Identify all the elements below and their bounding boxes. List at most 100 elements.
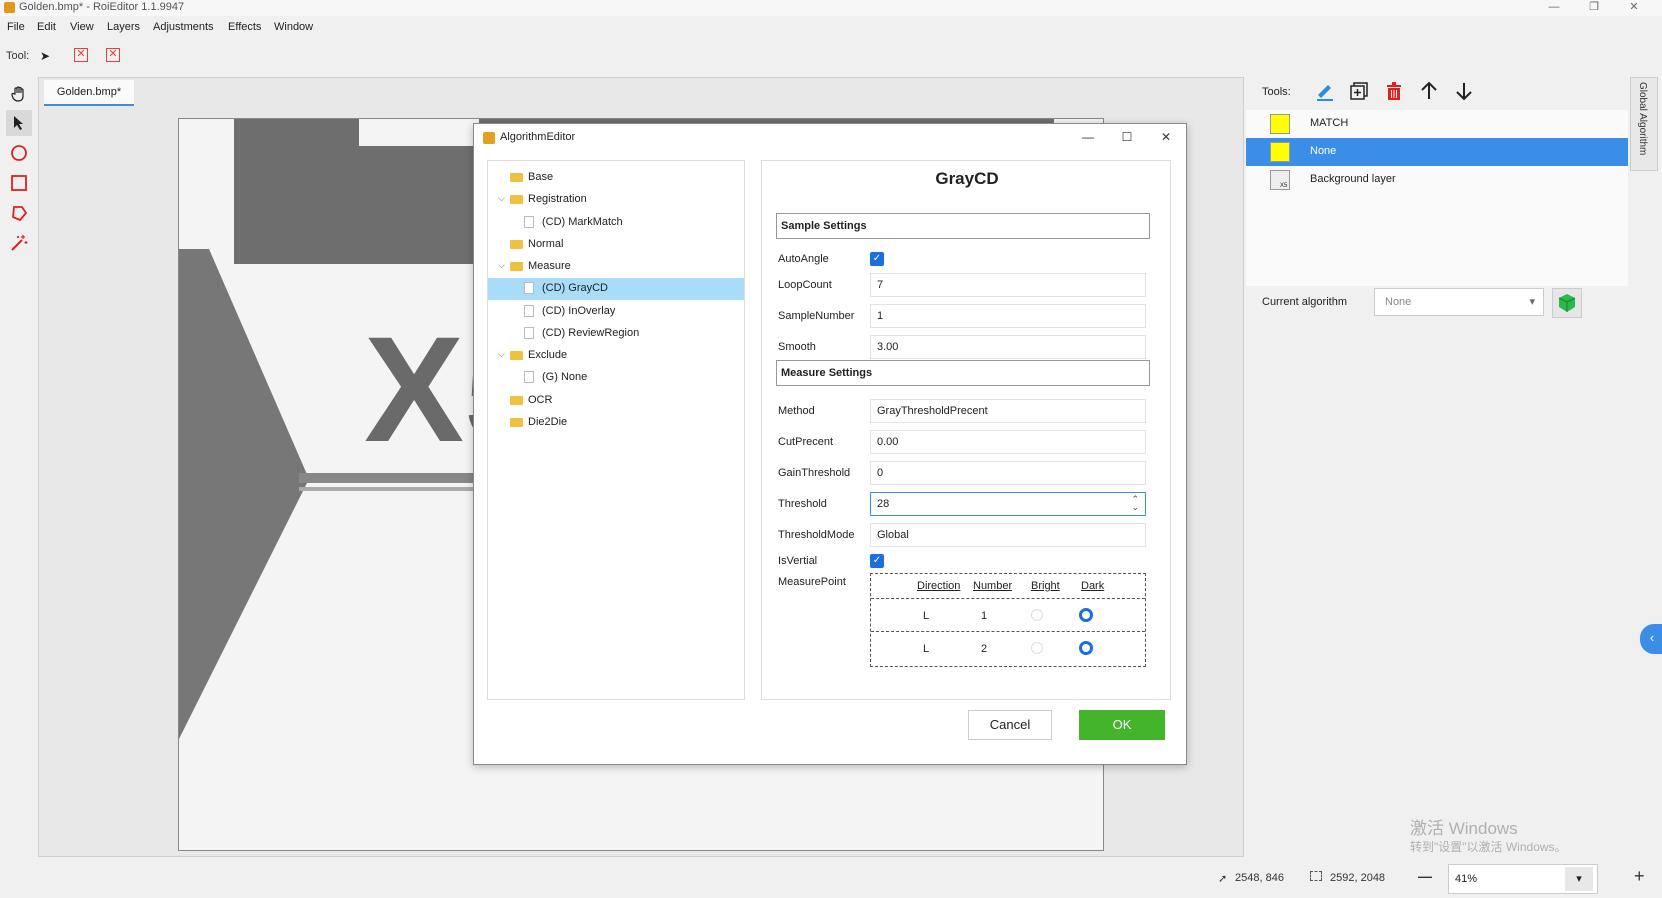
delete-roi-icon[interactable]: ✕ (74, 48, 88, 62)
layer-list: MATCH None X5 Background layer (1246, 110, 1628, 286)
menu-adjustments[interactable]: Adjustments (153, 21, 214, 33)
title-bar: Golden.bmp* - RoiEditor 1.1.9947 — ❐ ✕ (0, 0, 1662, 16)
zoom-out-button[interactable]: — (1418, 868, 1432, 884)
tree-item-markmatch[interactable]: (CD) MarkMatch (498, 212, 744, 234)
dialog-minimize-button[interactable]: — (1074, 128, 1102, 148)
table-row-number[interactable]: 1 (981, 610, 987, 622)
add-layer-icon[interactable] (1348, 80, 1370, 102)
hand-tool-icon[interactable] (6, 81, 32, 107)
cancel-button[interactable]: Cancel (968, 710, 1052, 740)
gainthreshold-field[interactable]: 0 (870, 461, 1146, 485)
table-row-direction[interactable]: L (923, 610, 929, 622)
minimize-button[interactable]: — (1534, 0, 1574, 16)
tree-item-registration[interactable]: ⌵ Registration (498, 189, 744, 211)
tree-item-die2die[interactable]: Die2Die (498, 412, 744, 434)
bright-radio[interactable] (1031, 642, 1043, 654)
chevron-down-icon[interactable]: ▾ (1565, 867, 1593, 891)
layer-row[interactable]: MATCH (1246, 110, 1628, 138)
dialog-maximize-button[interactable]: ☐ (1113, 128, 1141, 148)
tree-item-normal[interactable]: Normal (498, 234, 744, 256)
isvertial-checkbox[interactable]: ✓ (870, 554, 884, 568)
menu-layers[interactable]: Layers (107, 21, 140, 33)
method-label: Method (778, 405, 815, 417)
menu-edit[interactable]: Edit (37, 21, 56, 33)
layer-row-selected[interactable]: None (1246, 138, 1628, 166)
zoom-in-button[interactable]: + (1634, 866, 1645, 887)
dark-radio[interactable] (1079, 608, 1093, 622)
apply-algorithm-button[interactable] (1552, 288, 1582, 318)
folder-icon (510, 418, 523, 427)
autoangle-label: AutoAngle (778, 253, 829, 265)
move-up-icon[interactable] (1418, 80, 1440, 102)
mp-header-direction[interactable]: Direction (917, 580, 960, 592)
pointer-tool-icon[interactable]: ➤ (40, 49, 50, 63)
table-row-direction[interactable]: L (923, 643, 929, 655)
mp-header-number[interactable]: Number (973, 580, 1012, 592)
tree-item-reviewregion[interactable]: (CD) ReviewRegion (498, 323, 744, 345)
app-icon (4, 2, 15, 13)
loopcount-field[interactable]: 7 (870, 273, 1146, 297)
properties-panel: GrayCD Sample Settings AutoAngle ✓ LoopC… (761, 160, 1171, 700)
tree-item-graycd[interactable]: (CD) GrayCD (488, 278, 744, 300)
activation-watermark: 激活 Windows (1410, 819, 1518, 838)
polygon-tool-icon[interactable] (6, 200, 32, 226)
edit-icon[interactable] (1314, 80, 1336, 102)
layer-row[interactable]: X5 Background layer (1246, 166, 1628, 194)
magic-wand-tool-icon[interactable] (6, 230, 32, 256)
cursor-position: 2548, 846 (1235, 872, 1284, 884)
tree-item-none[interactable]: (G) None (498, 367, 744, 389)
document-tab[interactable]: Golden.bmp* (44, 80, 134, 106)
autoangle-checkbox[interactable]: ✓ (870, 252, 884, 266)
samplenumber-field[interactable]: 1 (870, 304, 1146, 328)
menu-view[interactable]: View (70, 21, 94, 33)
chevron-down-icon: ⌵ (498, 193, 505, 203)
menu-effects[interactable]: Effects (228, 21, 261, 33)
move-down-icon[interactable] (1453, 80, 1475, 102)
current-algorithm-select[interactable]: None ▾ (1374, 288, 1544, 316)
dialog-close-button[interactable]: ✕ (1152, 128, 1180, 148)
selection-size-icon (1310, 871, 1322, 881)
select-tool-icon[interactable] (6, 110, 32, 136)
layer-name: Background layer (1310, 173, 1396, 185)
samplenumber-label: SampleNumber (778, 310, 855, 322)
close-window-button[interactable]: ✕ (1614, 0, 1654, 16)
ok-button[interactable]: OK (1079, 710, 1165, 740)
delete-all-roi-icon[interactable]: ✕ (106, 48, 120, 62)
menu-bar: File Edit View Layers Adjustments Effect… (0, 18, 1662, 38)
document-icon (524, 305, 534, 317)
chevron-down-icon: ⌵ (498, 349, 505, 359)
isvertial-label: IsVertial (778, 555, 818, 567)
zoom-select[interactable]: 41% ▾ (1448, 864, 1598, 894)
measurepoint-label: MeasurePoint (778, 576, 846, 588)
table-row-number[interactable]: 2 (981, 643, 987, 655)
menu-window[interactable]: Window (274, 21, 313, 33)
threshold-field[interactable]: 28 ⌃ ⌄ (870, 492, 1146, 516)
menu-file[interactable]: File (7, 21, 25, 33)
document-icon (524, 216, 534, 228)
smooth-label: Smooth (778, 341, 816, 353)
circle-tool-icon[interactable] (6, 140, 32, 166)
document-icon (524, 371, 534, 383)
thresholdmode-select[interactable]: Global (870, 523, 1146, 547)
sample-settings-header: Sample Settings (776, 213, 1150, 239)
trash-icon[interactable] (1383, 80, 1405, 102)
tree-item-ocr[interactable]: OCR (498, 390, 744, 412)
global-algorithm-tab[interactable]: Global Algorithm (1630, 77, 1658, 171)
maximize-button[interactable]: ❐ (1574, 0, 1614, 16)
collapse-panel-button[interactable]: ‹ (1640, 624, 1662, 654)
spinner-icon: ⌃ ⌄ (1131, 494, 1139, 512)
bright-radio[interactable] (1031, 609, 1043, 621)
tree-item-inoverlay[interactable]: (CD) InOverlay (498, 301, 744, 323)
tree-item-base[interactable]: Base (498, 167, 744, 189)
mp-header-bright[interactable]: Bright (1031, 580, 1060, 592)
tree-item-measure[interactable]: ⌵ Measure (498, 256, 744, 278)
method-select[interactable]: GrayThresholdPrecent (870, 399, 1146, 423)
tree-item-exclude[interactable]: ⌵ Exclude (498, 345, 744, 367)
algorithm-tree: Base ⌵ Registration (CD) MarkMatch Normal… (487, 160, 745, 700)
mp-header-dark[interactable]: Dark (1081, 580, 1104, 592)
cutprecent-field[interactable]: 0.00 (870, 430, 1146, 454)
smooth-field[interactable]: 3.00 (870, 335, 1146, 359)
algorithm-editor-dialog: AlgorithmEditor — ☐ ✕ Base ⌵ Registration… (473, 123, 1187, 765)
rectangle-tool-icon[interactable] (6, 170, 32, 196)
dark-radio[interactable] (1079, 641, 1093, 655)
